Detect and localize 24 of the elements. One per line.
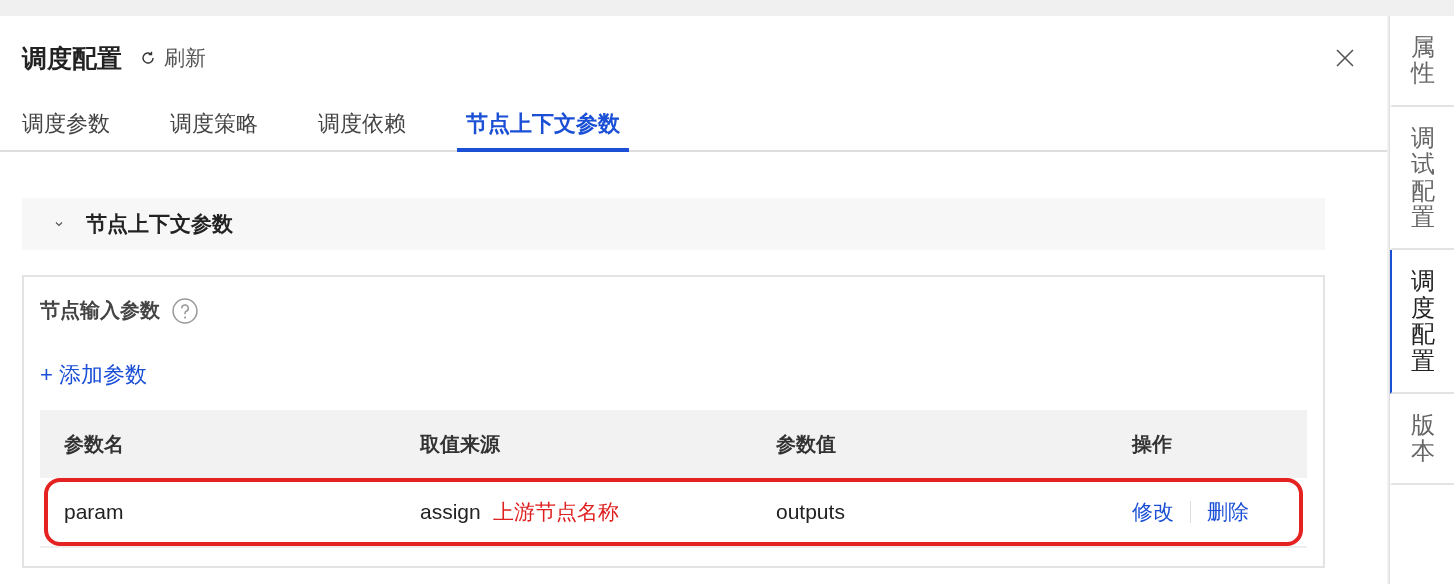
table-cell-text: param [64, 500, 125, 524]
side-tab[interactable]: 调度配置 [1390, 250, 1454, 394]
table-cell: assign [420, 500, 481, 524]
tab[interactable]: 节点上下文参数 [457, 100, 629, 152]
column-header: 参数名 [64, 431, 125, 457]
tab[interactable]: 调度参数 [22, 100, 119, 152]
tab[interactable]: 调度依赖 [309, 100, 415, 152]
card-title: 节点输入参数 [40, 298, 160, 323]
refresh-button[interactable]: 刷新 [140, 44, 206, 72]
add-parameter-link[interactable]: + 添加参数 [40, 360, 147, 390]
annotation-text: 上游节点名称 [492, 499, 619, 525]
table-cell-text: outputs [776, 500, 846, 524]
tab[interactable]: 调度策略 [161, 100, 267, 152]
chevron-icon [54, 219, 64, 229]
action-link[interactable]: 修改 [1132, 498, 1174, 526]
help-icon[interactable] [172, 297, 198, 324]
column-header: 取值来源 [420, 431, 501, 457]
panel-title: 调度配置 [22, 42, 122, 74]
column-header: 操作 [1132, 431, 1173, 457]
close-icon[interactable] [1335, 48, 1356, 68]
refresh-icon [140, 50, 156, 66]
column-header: 参数值 [776, 431, 837, 457]
action-link[interactable]: 删除 [1207, 498, 1249, 526]
section-header[interactable]: 节点上下文参数 [22, 198, 1326, 250]
